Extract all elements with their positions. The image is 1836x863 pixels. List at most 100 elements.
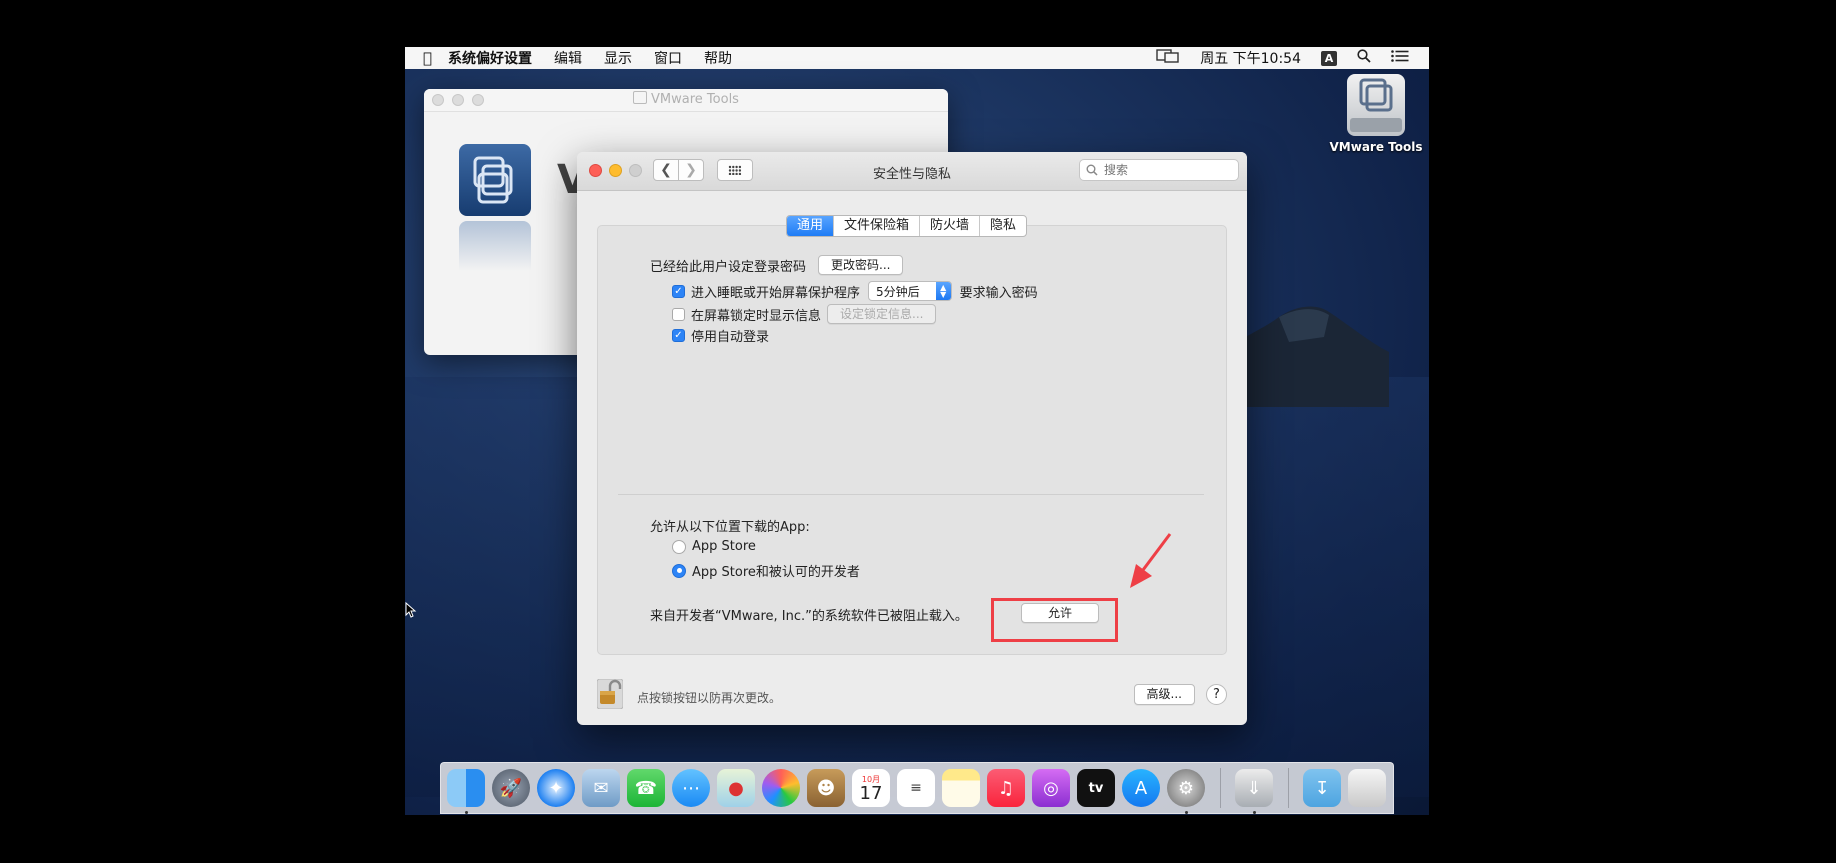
notification-center-icon[interactable]: [1391, 50, 1409, 66]
security-privacy-window[interactable]: ❮ ❯ 安全性与隐私 通用 文件保险箱 防火墙 隐私 已经给此用户设定登录密码 …: [577, 152, 1247, 725]
password-row: 已经给此用户设定登录密码 更改密码...: [650, 255, 904, 275]
menu-app-name[interactable]: 系统偏好设置: [448, 48, 532, 68]
forward-button[interactable]: ❯: [678, 159, 704, 181]
music-icon[interactable]: ♫: [987, 769, 1025, 807]
downloads-icon[interactable]: ↧: [1303, 769, 1341, 807]
password-status-text: 已经给此用户设定登录密码: [650, 259, 807, 275]
safari-icon[interactable]: ✦: [537, 769, 575, 807]
tab-privacy[interactable]: 隐私: [979, 216, 1026, 236]
show-all-button[interactable]: [717, 159, 753, 181]
lock-icon[interactable]: [597, 679, 623, 709]
reminders-icon[interactable]: ≡: [897, 769, 935, 807]
search-field[interactable]: [1079, 159, 1239, 181]
minimize-button[interactable]: [609, 164, 622, 177]
menu-help[interactable]: 帮助: [704, 48, 732, 68]
dock: 🚀 ✦ ✉ ☎ ⋯ ● ☻ 10月 17 ≡ ♫ ◎ tv A ⚙ ⇓ ↧: [440, 762, 1394, 814]
spotlight-search-icon[interactable]: [1357, 49, 1371, 67]
sleep-password-checkbox[interactable]: ✓: [672, 284, 685, 298]
sleep-row: ✓ 进入睡眠或开始屏幕保护程序 5分钟后 ▲ ▼ 要求输入密码: [672, 281, 1038, 301]
disk-small-icon: [633, 91, 648, 104]
annotation-arrow-icon: [1130, 533, 1172, 588]
menu-window[interactable]: 窗口: [654, 48, 682, 68]
system-preferences-icon[interactable]: ⚙: [1167, 769, 1205, 814]
app-store-radio[interactable]: [672, 539, 686, 554]
launchpad-icon[interactable]: 🚀: [492, 769, 530, 807]
app-store-icon[interactable]: A: [1122, 769, 1160, 807]
sleep-delay-value: 5分钟后: [876, 284, 920, 299]
disable-autologin-checkbox[interactable]: ✓: [672, 329, 685, 342]
lock-message-checkbox[interactable]: [672, 307, 685, 321]
chevron-updown-icon: ▲ ▼: [935, 282, 951, 300]
disk-icon: [1347, 74, 1405, 136]
mail-icon[interactable]: ✉: [582, 769, 620, 807]
trash-icon[interactable]: [1348, 769, 1386, 807]
vmware-window-titlebar[interactable]: VMware Tools: [424, 89, 948, 112]
calendar-day: 17: [859, 782, 883, 804]
app-store-identified-radio-label: App Store和被认可的开发者: [692, 565, 860, 580]
close-button[interactable]: [589, 164, 602, 177]
search-input[interactable]: [1102, 162, 1226, 178]
help-button[interactable]: ?: [1206, 684, 1227, 705]
grid-icon: [728, 165, 742, 175]
podcasts-icon[interactable]: ◎: [1032, 769, 1070, 807]
finder-icon[interactable]: [447, 769, 485, 814]
window-footer: 点按锁按钮以防再次更改。 高级... ?: [577, 672, 1247, 722]
close-button[interactable]: [432, 94, 444, 106]
advanced-button[interactable]: 高级...: [1133, 684, 1195, 705]
photos-icon[interactable]: [762, 769, 800, 807]
disk-label: VMware Tools: [1329, 140, 1423, 154]
app-store-identified-radio[interactable]: [672, 563, 686, 578]
autologin-row: ✓ 停用自动登录: [672, 326, 769, 345]
tab-firewall[interactable]: 防火墙: [919, 216, 979, 236]
installer-icon[interactable]: ⇓: [1235, 769, 1273, 814]
menu-edit[interactable]: 编辑: [554, 48, 582, 68]
input-method-icon[interactable]: A: [1321, 50, 1337, 66]
section-divider: [618, 494, 1204, 495]
back-button[interactable]: ❮: [653, 159, 679, 181]
sleep-checkbox-label: 进入睡眠或开始屏幕保护程序: [691, 285, 861, 301]
dock-separator: [1288, 768, 1289, 808]
display-mirroring-icon[interactable]: [1156, 49, 1180, 67]
vmware-window-title: VMware Tools: [651, 92, 739, 107]
running-indicator: [1185, 811, 1188, 814]
desktop-vmware-tools-disk[interactable]: VMware Tools: [1316, 74, 1429, 154]
tab-general[interactable]: 通用: [787, 216, 834, 236]
menu-bar:  系统偏好设置 编辑 显示 窗口 帮助 周五 下午10:54 A: [405, 47, 1429, 69]
apple-menu-icon[interactable]: : [423, 49, 432, 67]
checkmark-icon: ✓: [674, 330, 683, 341]
minimize-button[interactable]: [452, 94, 464, 106]
radio-row-app-store: App Store: [672, 539, 756, 554]
blocked-message: 来自开发者“VMware, Inc.”的系统软件已被阻止载入。: [650, 609, 968, 624]
window-toolbar[interactable]: ❮ ❯ 安全性与隐私: [577, 152, 1247, 191]
dock-separator: [1220, 768, 1221, 808]
chevron-left-icon: ❮: [660, 162, 672, 178]
checkmark-icon: ✓: [674, 285, 683, 297]
zoom-button[interactable]: [472, 94, 484, 106]
contacts-icon[interactable]: ☻: [807, 769, 845, 807]
menu-view[interactable]: 显示: [604, 48, 632, 68]
sleep-suffix-text: 要求输入密码: [959, 285, 1038, 301]
search-icon: [1086, 164, 1098, 176]
desktop:  系统偏好设置 编辑 显示 窗口 帮助 周五 下午10:54 A: [405, 47, 1429, 815]
maps-icon[interactable]: ●: [717, 769, 755, 807]
allow-apps-title: 允许从以下位置下载的App:: [650, 520, 810, 535]
tab-bar: 通用 文件保险箱 防火墙 隐私: [786, 215, 1028, 237]
sleep-delay-select[interactable]: 5分钟后 ▲ ▼: [868, 281, 952, 301]
tv-icon[interactable]: tv: [1077, 769, 1115, 807]
chevron-right-icon: ❯: [685, 162, 697, 178]
change-password-button[interactable]: 更改密码...: [818, 255, 904, 275]
zoom-button[interactable]: [629, 164, 642, 177]
general-panel: 已经给此用户设定登录密码 更改密码... ✓ 进入睡眠或开始屏幕保护程序 5分钟…: [597, 225, 1227, 655]
mouse-cursor-icon: [405, 602, 417, 618]
set-lock-message-button[interactable]: 设定锁定信息...: [827, 304, 937, 324]
facetime-icon[interactable]: ☎: [627, 769, 665, 807]
tab-filevault[interactable]: 文件保险箱: [833, 216, 919, 236]
messages-icon[interactable]: ⋯: [672, 769, 710, 807]
lock-message-row: 在屏幕锁定时显示信息 设定锁定信息...: [672, 304, 937, 324]
app-store-radio-label: App Store: [692, 539, 756, 554]
calendar-icon[interactable]: 10月 17: [852, 769, 890, 807]
lock-message-label: 在屏幕锁定时显示信息: [691, 308, 822, 324]
notes-icon[interactable]: [942, 769, 980, 807]
menu-clock[interactable]: 周五 下午10:54: [1200, 48, 1301, 68]
lock-hint-text: 点按锁按钮以防再次更改。: [637, 691, 782, 705]
